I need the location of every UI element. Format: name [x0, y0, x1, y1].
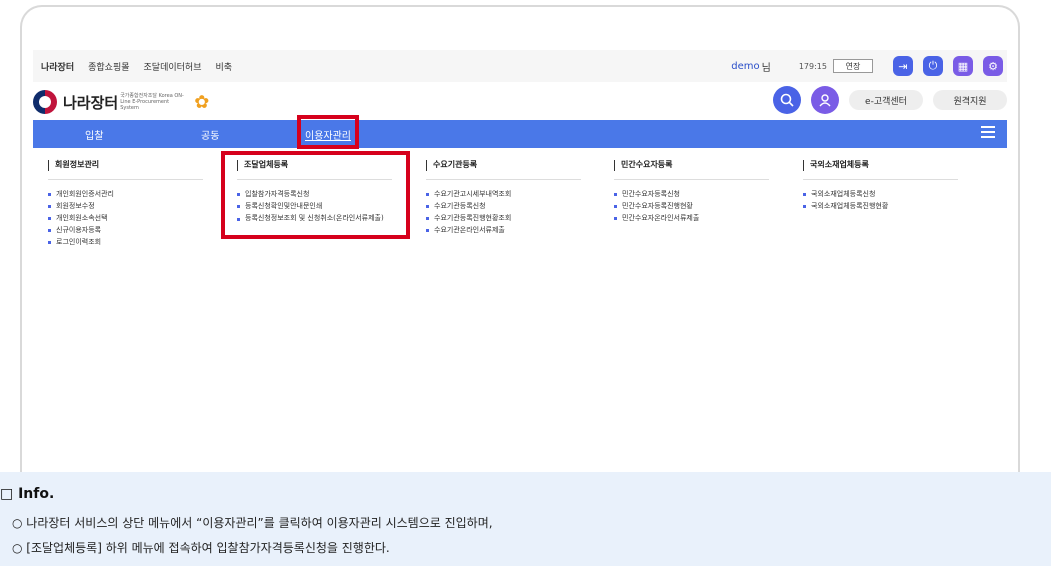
top-link-narajangteo[interactable]: 나라장터	[41, 60, 74, 73]
user-suffix: 님	[761, 62, 771, 74]
power-icon[interactable]: ⏻	[923, 56, 943, 76]
top-right-controls: demo 님 179:15 연장 ⇥ ⏻ ▦ ⚙	[731, 50, 1007, 82]
info-title: □ Info.	[0, 486, 55, 502]
column-title: 민간수요자등록	[614, 160, 774, 171]
menu-item[interactable]: 등록신청확인및안내문인쇄	[237, 200, 402, 212]
logo-text: 나라장터	[63, 93, 119, 112]
menu-item[interactable]: 개인회원소속선택	[48, 212, 208, 224]
nav-item-joint[interactable]: 공동	[201, 127, 219, 142]
menu-column-overseas-company: 국외소재업체등록 국외소재업체등록신청 국외소재업체등록진행현황	[803, 160, 963, 212]
column-title: 조달업체등록	[237, 160, 402, 171]
menu-item[interactable]: 등록신청정보조회 및 신청취소(온라인서류제출)	[237, 213, 402, 223]
menu-item[interactable]: 수요기관온라인서류제출	[426, 224, 586, 236]
hamburger-menu-icon[interactable]	[981, 126, 995, 140]
column-divider	[237, 179, 392, 180]
site-logo[interactable]: 나라장터 국가종합전자조달 Korea ON-Line E-Procuremen…	[33, 90, 209, 114]
info-line-1: ○ 나라장터 서비스의 상단 메뉴에서 “이용자관리”를 클릭하여 이용자관리 …	[12, 516, 493, 530]
menu-item[interactable]: 수요기관고시세부내역조회	[426, 188, 586, 200]
settings-icon[interactable]: ⚙	[983, 56, 1003, 76]
user-name: demo	[731, 60, 760, 72]
column-divider	[614, 179, 769, 180]
top-utility-bar: 나라장터 종합쇼핑몰 조달데이터허브 비축 demo 님 179:15 연장 ⇥…	[33, 50, 1007, 82]
column-title: 회원정보관리	[48, 160, 208, 171]
menu-item[interactable]: 로그인이력조회	[48, 236, 208, 248]
menu-item[interactable]: 회원정보수정	[48, 200, 208, 212]
top-link-data-hub[interactable]: 조달데이터허브	[144, 60, 202, 73]
remote-support-button[interactable]: 원격지원	[933, 90, 1007, 110]
menu-column-procurement-registration: 조달업체등록 입찰참가자격등록신청 등록신청확인및안내문인쇄 등록신청정보조회 …	[237, 160, 402, 223]
menu-item[interactable]: 신규이용자등록	[48, 224, 208, 236]
site-header: 나라장터 국가종합전자조달 Korea ON-Line E-Procuremen…	[33, 84, 1007, 118]
extend-session-button[interactable]: 연장	[833, 59, 873, 73]
nav-item-bid[interactable]: 입찰	[85, 127, 103, 142]
column-title: 수요기관등록	[426, 160, 586, 171]
menu-column-member-info: 회원정보관리 개인회원인증서관리 회원정보수정 개인회원소속선택 신규이용자등록…	[48, 160, 208, 248]
main-nav: 입찰 공동 이용자관리	[33, 120, 1007, 148]
column-divider	[48, 179, 203, 180]
highlight-nav-user-management	[297, 115, 359, 149]
top-link-stockpile[interactable]: 비축	[216, 60, 233, 73]
menu-item[interactable]: 민간수요자온라인서류제출	[614, 212, 774, 224]
column-title: 국외소재업체등록	[803, 160, 963, 171]
menu-item[interactable]: 개인회원인증서관리	[48, 188, 208, 200]
search-icon[interactable]	[773, 86, 801, 114]
flower-mascot-icon: ✿	[194, 91, 210, 113]
top-link-shopping-mall[interactable]: 종합쇼핑몰	[88, 60, 129, 73]
taegeuk-logo-icon	[33, 90, 57, 114]
top-links: 나라장터 종합쇼핑몰 조달데이터허브 비축	[33, 60, 232, 73]
menu-item[interactable]: 민간수요자등록진행현황	[614, 200, 774, 212]
menu-column-private-demand: 민간수요자등록 민간수요자등록신청 민간수요자등록진행현황 민간수요자온라인서류…	[614, 160, 774, 224]
menu-item[interactable]: 국외소재업체등록진행현황	[803, 200, 963, 212]
info-line-2: ○ [조달업체등록] 하위 메뉴에 접속하여 입찰참가자격등록신청을 진행한다.	[12, 541, 390, 555]
logo-subtitle: 국가종합전자조달 Korea ON-Line E-Procurement Sys…	[120, 93, 184, 111]
session-timer: 179:15	[798, 61, 827, 71]
column-divider	[803, 179, 958, 180]
column-divider	[426, 179, 581, 180]
logout-icon[interactable]: ⇥	[893, 56, 913, 76]
menu-item[interactable]: 수요기관등록진행현황조회	[426, 212, 586, 224]
header-right-controls: e-고객센터 원격지원	[773, 86, 1007, 114]
menu-item[interactable]: 수요기관등록신청	[426, 200, 586, 212]
customer-center-button[interactable]: e-고객센터	[849, 90, 923, 110]
info-panel: □ Info. ○ 나라장터 서비스의 상단 메뉴에서 “이용자관리”를 클릭하…	[0, 472, 1051, 566]
grid-icon[interactable]: ▦	[953, 56, 973, 76]
menu-item-bid-qualification[interactable]: 입찰참가자격등록신청	[237, 188, 402, 200]
menu-item[interactable]: 민간수요자등록신청	[614, 188, 774, 200]
my-page-icon[interactable]	[811, 86, 839, 114]
menu-column-demand-agency: 수요기관등록 수요기관고시세부내역조회 수요기관등록신청 수요기관등록진행현황조…	[426, 160, 586, 236]
menu-item[interactable]: 국외소재업체등록신청	[803, 188, 963, 200]
